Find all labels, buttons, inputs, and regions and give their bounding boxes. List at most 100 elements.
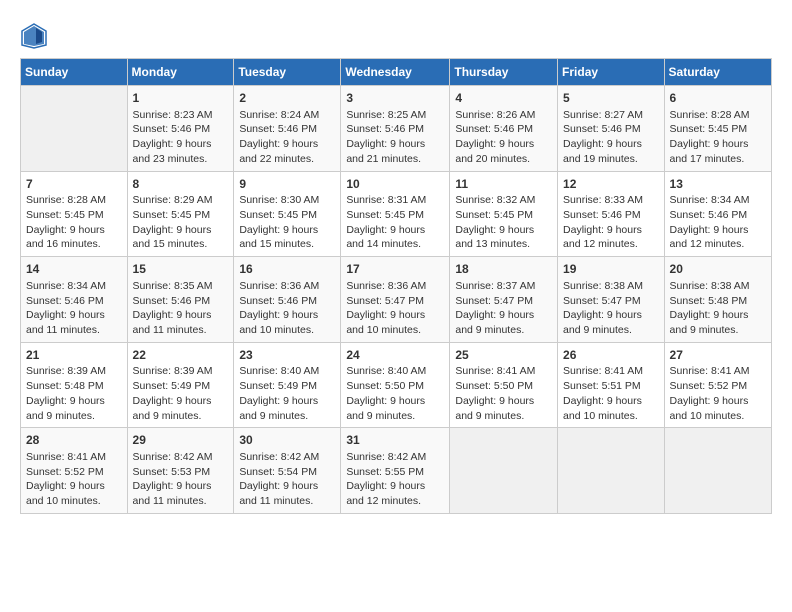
day-number: 22 [133,347,229,364]
day-info: and 11 minutes. [239,494,335,509]
day-info: Daylight: 9 hours [563,137,659,152]
day-info: Sunrise: 8:39 AM [26,364,122,379]
day-cell: 24Sunrise: 8:40 AMSunset: 5:50 PMDayligh… [341,342,450,428]
day-info: and 12 minutes. [670,237,766,252]
day-info: Daylight: 9 hours [670,137,766,152]
day-cell: 5Sunrise: 8:27 AMSunset: 5:46 PMDaylight… [558,86,665,172]
day-cell: 19Sunrise: 8:38 AMSunset: 5:47 PMDayligh… [558,257,665,343]
day-info: Daylight: 9 hours [455,394,552,409]
day-info: Sunrise: 8:41 AM [563,364,659,379]
day-number: 21 [26,347,122,364]
day-info: Sunset: 5:47 PM [563,294,659,309]
day-info: Sunrise: 8:30 AM [239,193,335,208]
day-info: Daylight: 9 hours [239,223,335,238]
day-info: and 10 minutes. [26,494,122,509]
day-cell: 11Sunrise: 8:32 AMSunset: 5:45 PMDayligh… [450,171,558,257]
page-container: SundayMondayTuesdayWednesdayThursdayFrid… [0,0,792,524]
day-info: Sunrise: 8:40 AM [239,364,335,379]
day-info: Sunrise: 8:24 AM [239,108,335,123]
day-cell: 8Sunrise: 8:29 AMSunset: 5:45 PMDaylight… [127,171,234,257]
day-info: Daylight: 9 hours [670,223,766,238]
day-info: Daylight: 9 hours [26,308,122,323]
day-info: Daylight: 9 hours [133,137,229,152]
day-info: Sunrise: 8:28 AM [26,193,122,208]
day-info: Daylight: 9 hours [133,394,229,409]
day-info: and 9 minutes. [455,323,552,338]
day-info: Sunset: 5:45 PM [133,208,229,223]
day-info: Sunset: 5:45 PM [26,208,122,223]
day-info: Sunset: 5:45 PM [670,122,766,137]
day-info: Sunrise: 8:41 AM [455,364,552,379]
day-info: Daylight: 9 hours [346,308,444,323]
day-info: Sunset: 5:51 PM [563,379,659,394]
day-number: 31 [346,432,444,449]
day-info: Sunset: 5:47 PM [346,294,444,309]
day-info: Sunrise: 8:38 AM [563,279,659,294]
day-info: and 9 minutes. [455,409,552,424]
day-cell: 14Sunrise: 8:34 AMSunset: 5:46 PMDayligh… [21,257,128,343]
day-number: 17 [346,261,444,278]
day-cell: 25Sunrise: 8:41 AMSunset: 5:50 PMDayligh… [450,342,558,428]
day-number: 19 [563,261,659,278]
day-info: Sunset: 5:46 PM [563,122,659,137]
day-info: and 23 minutes. [133,152,229,167]
day-info: Sunrise: 8:28 AM [670,108,766,123]
day-info: Daylight: 9 hours [133,308,229,323]
day-info: Sunrise: 8:34 AM [670,193,766,208]
day-info: Sunset: 5:55 PM [346,465,444,480]
day-cell: 13Sunrise: 8:34 AMSunset: 5:46 PMDayligh… [664,171,771,257]
day-info: Daylight: 9 hours [346,394,444,409]
day-info: and 9 minutes. [346,409,444,424]
day-cell: 3Sunrise: 8:25 AMSunset: 5:46 PMDaylight… [341,86,450,172]
day-info: Sunset: 5:45 PM [455,208,552,223]
day-info: Sunset: 5:46 PM [670,208,766,223]
week-row-2: 7Sunrise: 8:28 AMSunset: 5:45 PMDaylight… [21,171,772,257]
day-info: Sunset: 5:52 PM [670,379,766,394]
day-info: and 14 minutes. [346,237,444,252]
week-row-1: 1Sunrise: 8:23 AMSunset: 5:46 PMDaylight… [21,86,772,172]
day-number: 16 [239,261,335,278]
day-info: and 17 minutes. [670,152,766,167]
day-info: and 9 minutes. [239,409,335,424]
day-number: 28 [26,432,122,449]
day-info: Daylight: 9 hours [239,479,335,494]
day-cell: 21Sunrise: 8:39 AMSunset: 5:48 PMDayligh… [21,342,128,428]
day-cell: 10Sunrise: 8:31 AMSunset: 5:45 PMDayligh… [341,171,450,257]
day-info: Sunrise: 8:32 AM [455,193,552,208]
day-info: Daylight: 9 hours [563,223,659,238]
day-number: 5 [563,90,659,107]
day-info: Sunrise: 8:36 AM [239,279,335,294]
day-cell: 18Sunrise: 8:37 AMSunset: 5:47 PMDayligh… [450,257,558,343]
day-info: Sunrise: 8:40 AM [346,364,444,379]
day-info: and 15 minutes. [133,237,229,252]
day-cell: 17Sunrise: 8:36 AMSunset: 5:47 PMDayligh… [341,257,450,343]
day-cell: 26Sunrise: 8:41 AMSunset: 5:51 PMDayligh… [558,342,665,428]
day-info: and 10 minutes. [346,323,444,338]
col-header-friday: Friday [558,59,665,86]
day-info: and 19 minutes. [563,152,659,167]
day-info: Sunrise: 8:26 AM [455,108,552,123]
day-cell: 28Sunrise: 8:41 AMSunset: 5:52 PMDayligh… [21,428,128,514]
day-info: Daylight: 9 hours [670,308,766,323]
day-cell: 23Sunrise: 8:40 AMSunset: 5:49 PMDayligh… [234,342,341,428]
col-header-monday: Monday [127,59,234,86]
day-number: 14 [26,261,122,278]
day-info: Sunset: 5:50 PM [346,379,444,394]
day-cell: 9Sunrise: 8:30 AMSunset: 5:45 PMDaylight… [234,171,341,257]
day-number: 2 [239,90,335,107]
day-info: and 9 minutes. [563,323,659,338]
day-cell [21,86,128,172]
day-info: Sunrise: 8:39 AM [133,364,229,379]
day-info: Sunset: 5:49 PM [133,379,229,394]
day-cell: 6Sunrise: 8:28 AMSunset: 5:45 PMDaylight… [664,86,771,172]
day-info: Sunset: 5:46 PM [133,122,229,137]
day-info: Daylight: 9 hours [239,394,335,409]
day-number: 13 [670,176,766,193]
day-number: 4 [455,90,552,107]
day-number: 9 [239,176,335,193]
day-info: Sunrise: 8:27 AM [563,108,659,123]
day-info: Daylight: 9 hours [26,479,122,494]
day-info: Sunrise: 8:34 AM [26,279,122,294]
day-number: 8 [133,176,229,193]
day-cell: 16Sunrise: 8:36 AMSunset: 5:46 PMDayligh… [234,257,341,343]
